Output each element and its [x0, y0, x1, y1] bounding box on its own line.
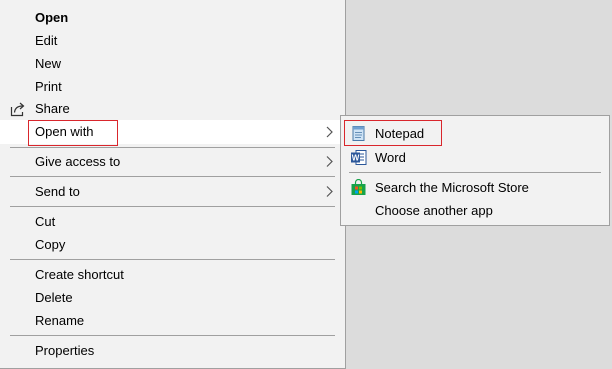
- menu-item-open[interactable]: Open: [0, 6, 345, 29]
- menu-item-send-to-label: Send to: [35, 184, 80, 199]
- menu-item-new-label: New: [35, 56, 62, 71]
- separator: [10, 176, 335, 177]
- store-icon: [350, 178, 367, 196]
- svg-text:W: W: [352, 154, 360, 163]
- menu-item-open-with[interactable]: Open with: [0, 120, 345, 146]
- menu-item-cut-label: Cut: [35, 214, 56, 229]
- submenu-item-word[interactable]: W Word: [341, 146, 609, 169]
- separator: [10, 206, 335, 207]
- menu-item-edit[interactable]: Edit: [0, 29, 345, 52]
- submenu-item-microsoft-store-label: Search the Microsoft Store: [375, 180, 529, 195]
- menu-item-give-access-label: Give access to: [35, 154, 121, 169]
- chevron-right-icon: [326, 180, 334, 203]
- submenu-item-microsoft-store[interactable]: Search the Microsoft Store: [341, 176, 609, 199]
- menu-item-delete-label: Delete: [35, 290, 73, 305]
- menu-item-create-shortcut[interactable]: Create shortcut: [0, 263, 345, 286]
- separator: [349, 172, 601, 173]
- submenu-item-notepad[interactable]: Notepad: [341, 120, 609, 146]
- menu-item-create-shortcut-label: Create shortcut: [35, 267, 124, 282]
- share-icon: [10, 100, 27, 117]
- menu-item-edit-label: Edit: [35, 33, 58, 48]
- menu-item-properties-label: Properties: [35, 343, 95, 358]
- menu-item-open-label: Open: [35, 10, 69, 25]
- menu-item-copy-label: Copy: [35, 237, 66, 252]
- separator: [10, 259, 335, 260]
- separator: [10, 335, 335, 336]
- notepad-icon: [350, 125, 367, 142]
- menu-item-share[interactable]: Share: [0, 97, 345, 120]
- context-menu: Open Edit New Print Share Open with Give…: [0, 0, 346, 369]
- separator: [10, 147, 335, 148]
- menu-item-new[interactable]: New: [0, 52, 345, 75]
- menu-item-copy[interactable]: Copy: [0, 233, 345, 256]
- menu-item-properties[interactable]: Properties: [0, 339, 345, 362]
- submenu-item-word-label: Word: [375, 150, 406, 165]
- submenu-item-notepad-label: Notepad: [375, 126, 425, 141]
- menu-item-print[interactable]: Print: [0, 75, 345, 98]
- submenu-item-choose-another-app-label: Choose another app: [375, 203, 493, 218]
- menu-item-cut[interactable]: Cut: [0, 210, 345, 233]
- chevron-right-icon: [326, 150, 334, 173]
- open-with-submenu: Notepad W Word Search the Microsoft Stor…: [340, 115, 610, 226]
- menu-item-send-to[interactable]: Send to: [0, 180, 345, 203]
- menu-item-rename[interactable]: Rename: [0, 309, 345, 332]
- menu-item-give-access[interactable]: Give access to: [0, 150, 345, 173]
- submenu-item-choose-another-app[interactable]: Choose another app: [341, 199, 609, 222]
- menu-item-open-with-label: Open with: [35, 124, 94, 139]
- menu-item-print-label: Print: [35, 79, 62, 94]
- chevron-right-icon: [326, 120, 334, 144]
- menu-item-share-label: Share: [35, 101, 70, 116]
- word-icon: W: [350, 149, 367, 166]
- menu-item-delete[interactable]: Delete: [0, 286, 345, 309]
- menu-item-rename-label: Rename: [35, 313, 85, 328]
